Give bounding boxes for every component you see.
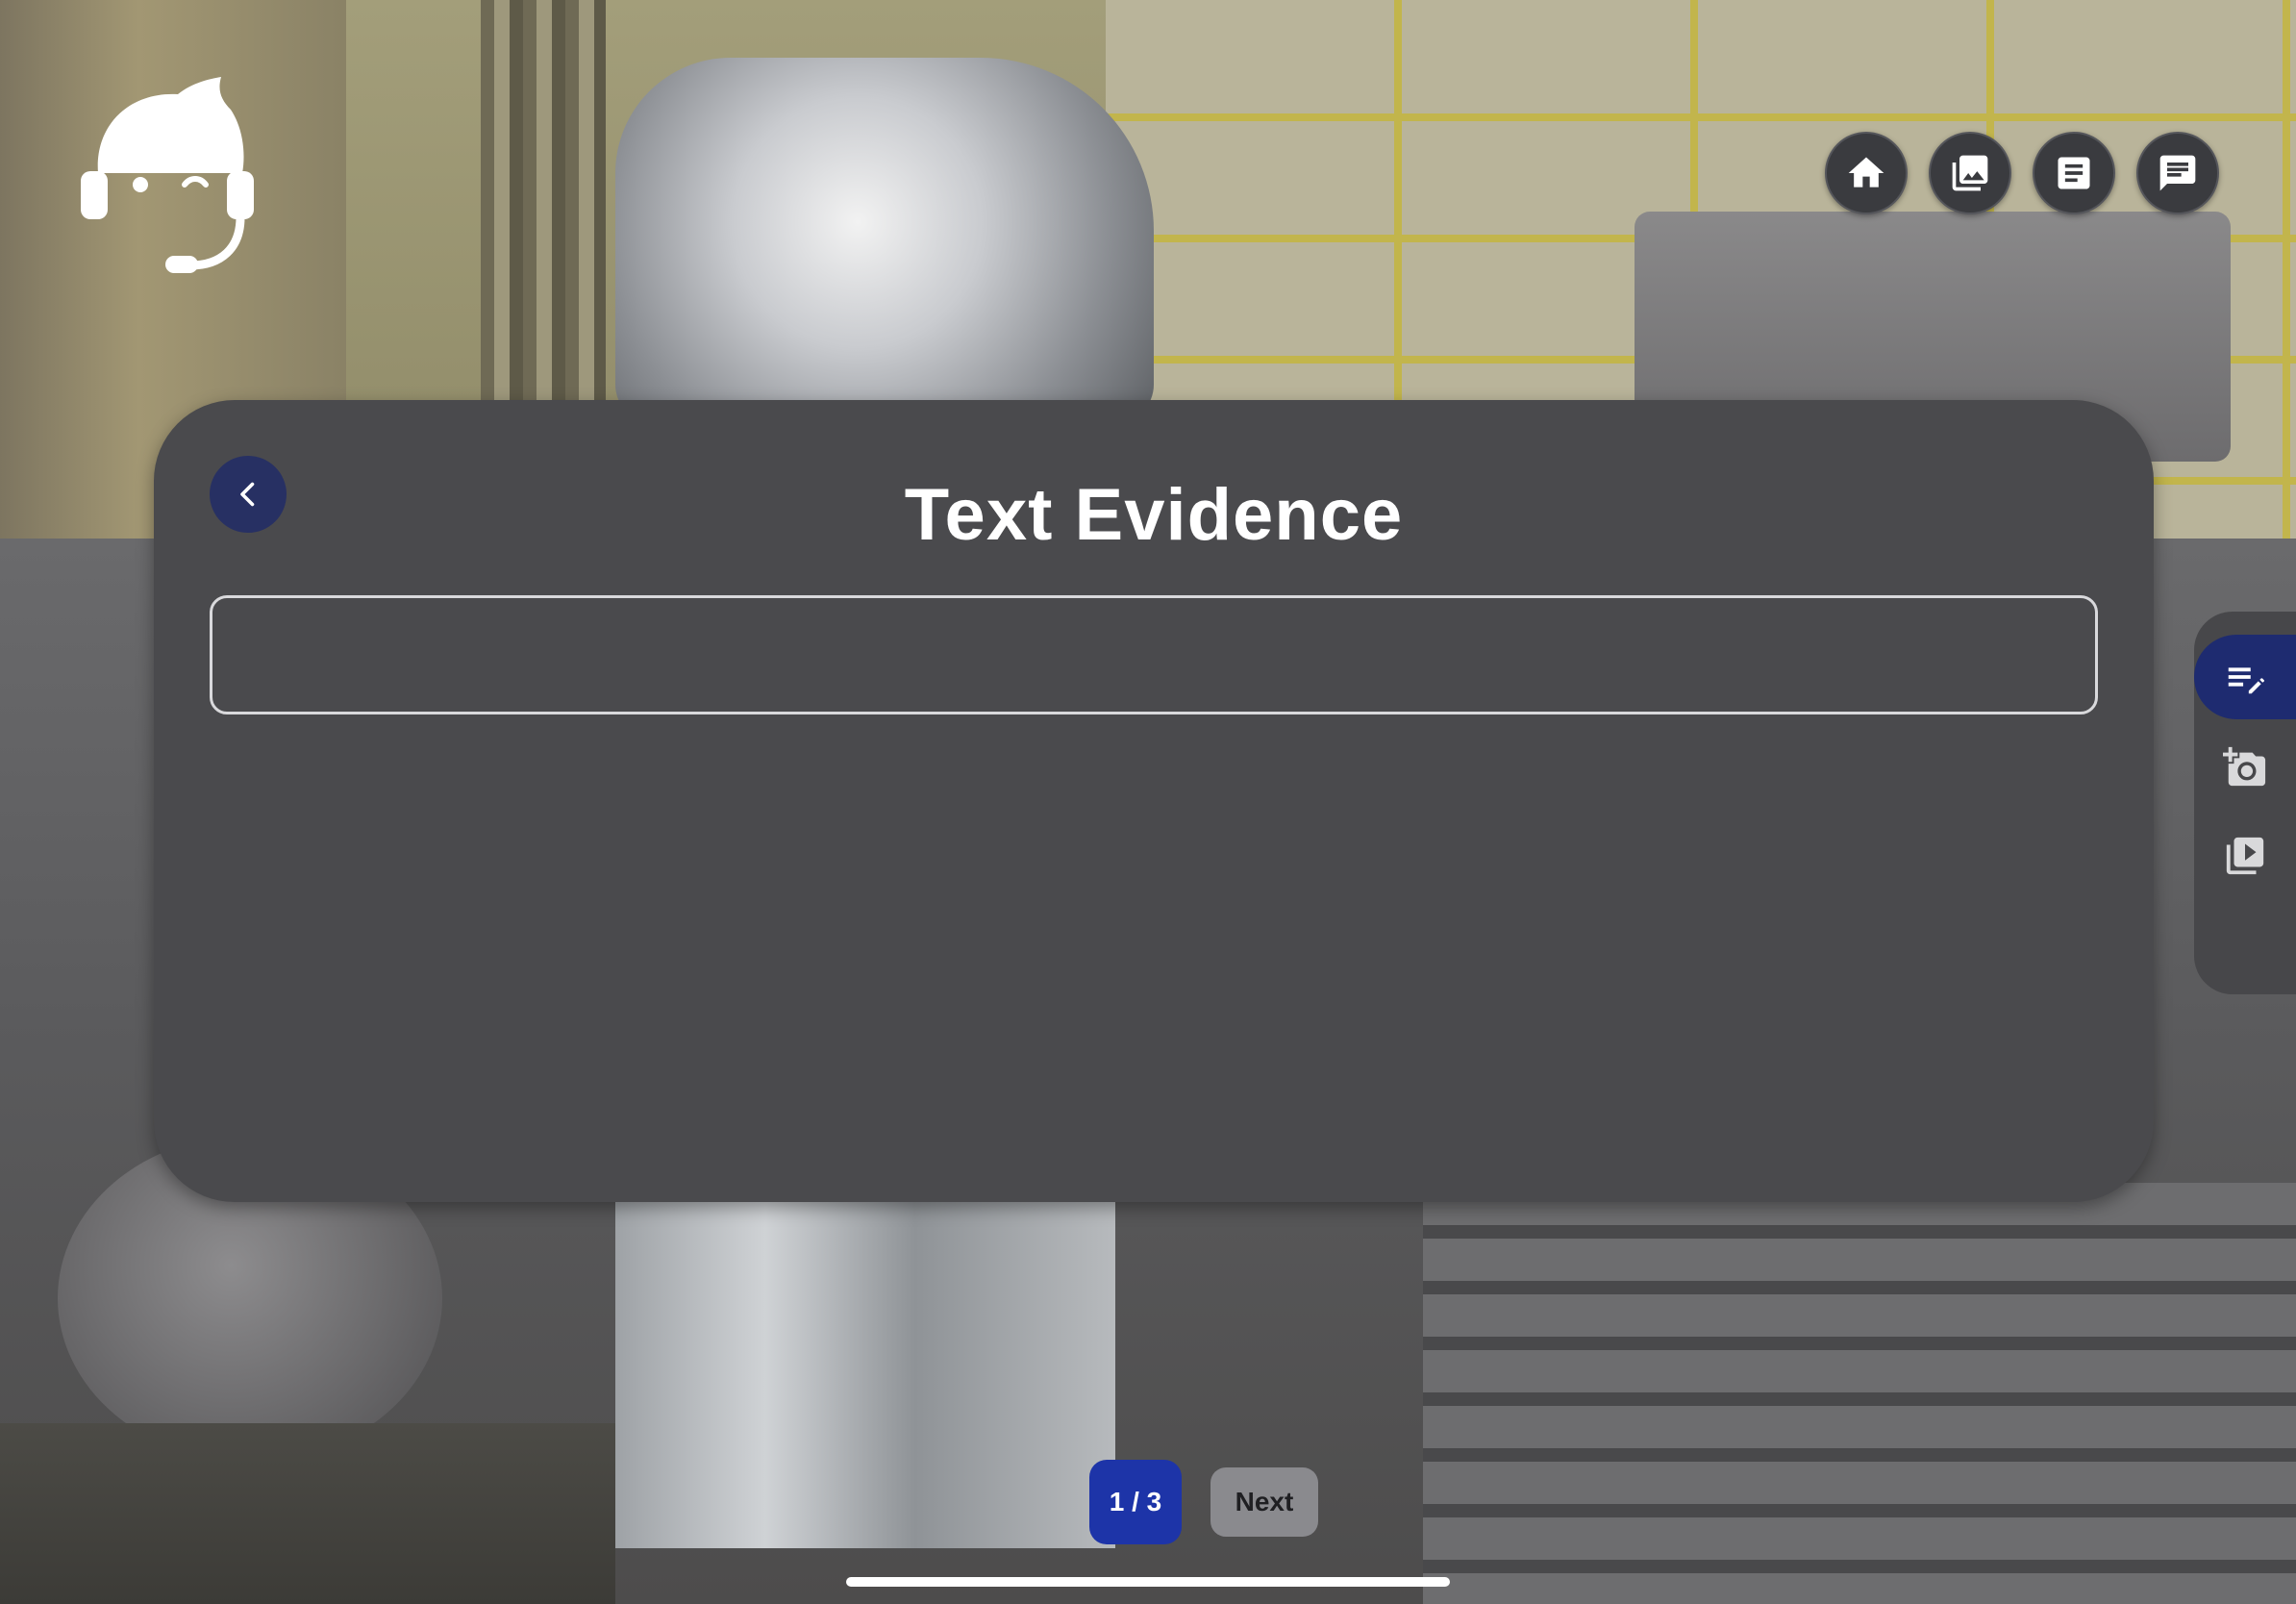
home-button[interactable] [1825, 132, 1908, 214]
video-evidence-tab[interactable] [2194, 814, 2296, 898]
evidence-type-rail [2194, 612, 2296, 994]
next-button[interactable]: Next [1210, 1467, 1318, 1537]
background-floor [0, 1423, 615, 1604]
chat-icon [2159, 155, 2196, 191]
top-toolbar [1825, 132, 2219, 214]
video-icon [2226, 837, 2264, 875]
home-icon [1848, 157, 1884, 188]
gallery-icon [1952, 155, 1988, 191]
panel-title: Text Evidence [904, 474, 1404, 556]
notes-button[interactable] [2033, 132, 2115, 214]
notes-icon [2058, 157, 2090, 189]
home-indicator-bar[interactable] [846, 1577, 1450, 1587]
text-evidence-panel: Text Evidence [154, 400, 2154, 1202]
assistant-avatar-icon[interactable] [77, 77, 256, 275]
edit-text-icon [2228, 667, 2265, 694]
background-bracket [615, 1202, 1115, 1548]
background-motor [615, 58, 1154, 423]
background-cooling-fins [1423, 1183, 2296, 1604]
pager: 1 / 3 Next [1089, 1460, 1318, 1544]
ar-camera-view: Text Evidence 1 / 3 Next [0, 0, 2296, 1604]
add-photo-icon [2223, 746, 2266, 787]
page-indicator: 1 / 3 [1089, 1460, 1182, 1544]
background-pipes [481, 0, 606, 404]
photo-evidence-tab[interactable] [2194, 725, 2296, 810]
chat-button[interactable] [2136, 132, 2219, 214]
text-evidence-input[interactable] [210, 595, 2098, 714]
gallery-button[interactable] [1929, 132, 2011, 214]
text-evidence-tab[interactable] [2194, 635, 2296, 719]
